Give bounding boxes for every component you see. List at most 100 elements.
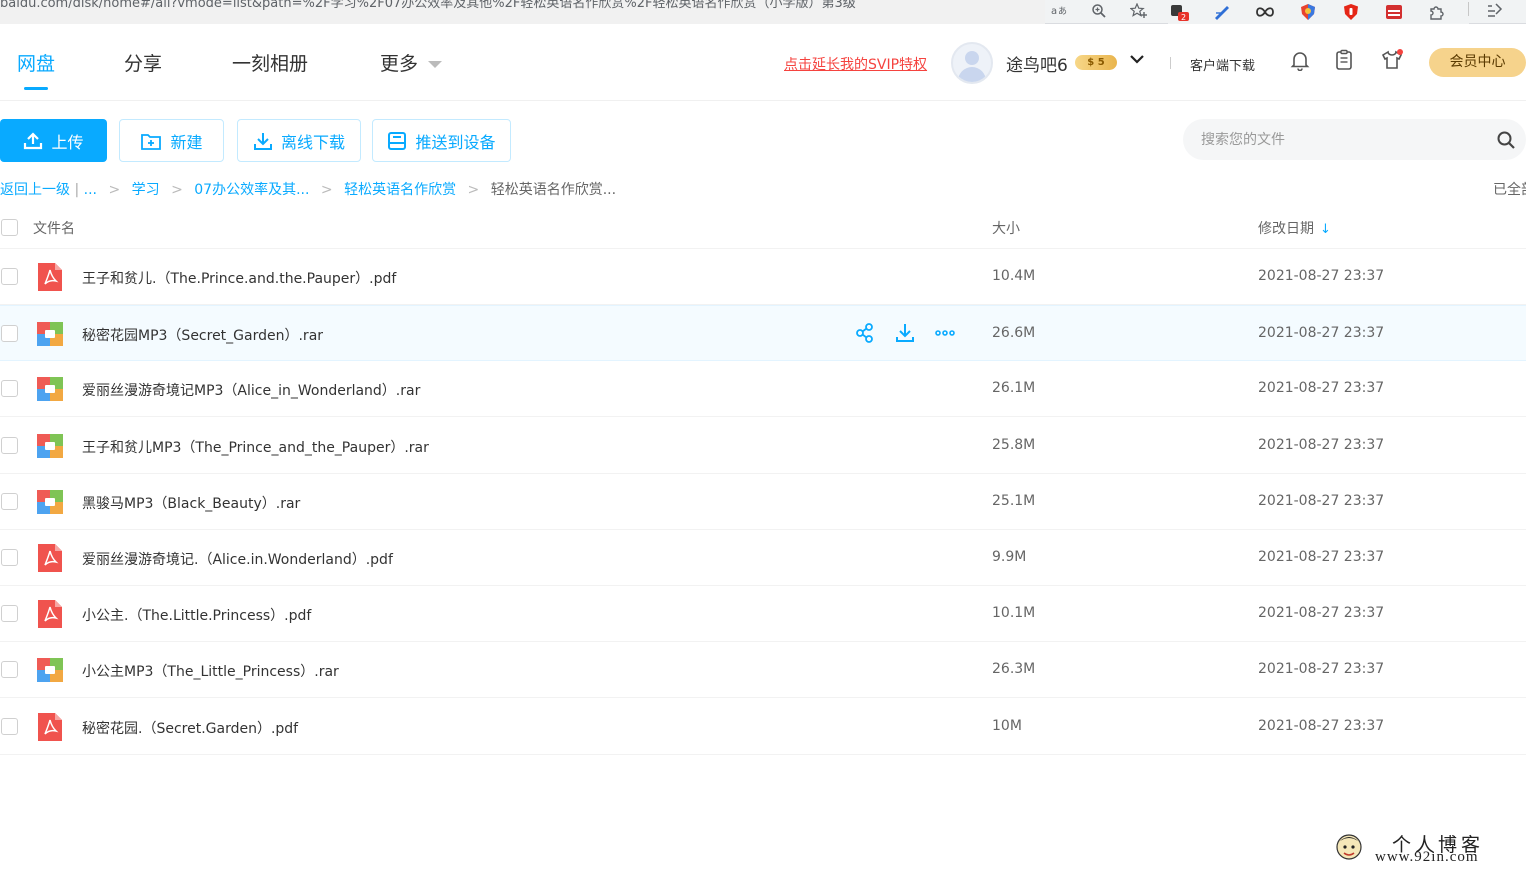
tab-share[interactable]: 分享 [124, 49, 162, 76]
breadcrumb-separator: > [171, 182, 183, 198]
file-size: 25.8M [992, 436, 1036, 453]
breadcrumb-separator: > [320, 182, 333, 198]
file-size: 9.9M [992, 549, 1027, 565]
column-header-name[interactable]: 文件名 [33, 218, 75, 238]
bookmark-star-icon[interactable] [1129, 2, 1148, 21]
breadcrumb-item-study[interactable]: 学习 [132, 182, 160, 198]
rar-archive-icon [36, 374, 64, 404]
upload-button[interactable]: 上传 [0, 119, 107, 162]
breadcrumb-item-english[interactable]: 轻松英语名作欣赏 [344, 182, 456, 198]
breadcrumb-item-office[interactable]: 07办公效率及其... [194, 182, 309, 198]
sort-down-icon: ↓ [1320, 222, 1331, 237]
calendar-extension-icon[interactable] [1383, 3, 1405, 21]
pdf-file-icon [36, 543, 64, 573]
file-size: 26.1M [992, 380, 1036, 397]
new-button[interactable]: 新建 [119, 119, 224, 162]
extension-badge-icon[interactable]: 2 [1168, 3, 1190, 21]
shield-extension-icon[interactable] [1297, 3, 1319, 21]
column-header-date[interactable]: 修改日期 ↓ [1258, 218, 1331, 238]
row-checkbox[interactable] [1, 549, 18, 566]
table-row[interactable]: 爱丽丝漫游奇境记MP3（Alice_in_Wonderland）.rar 26.1… [0, 361, 1526, 418]
push-to-device-label: 推送到设备 [415, 132, 496, 152]
file-modified-date: 2021-08-27 23:37 [1258, 549, 1385, 565]
table-row[interactable]: 小公主MP3（The_Little_Princess）.rar 26.3M 2021… [0, 642, 1526, 699]
puzzle-extensions-icon[interactable] [1426, 3, 1448, 21]
tab-more[interactable]: 更多 [380, 49, 443, 76]
row-checkbox[interactable] [1, 380, 18, 398]
more-options-icon[interactable] [934, 322, 956, 344]
file-size: 26.6M [992, 325, 1036, 342]
username[interactable]: 途鸟吧6 [1006, 51, 1068, 76]
file-name[interactable]: 爱丽丝漫游奇境记.（Alice.in.Wonderland）.pdf [82, 549, 393, 569]
row-checkbox[interactable] [1, 661, 18, 679]
select-all-checkbox[interactable] [1, 219, 18, 236]
download-icon[interactable] [894, 322, 916, 344]
row-checkbox[interactable] [1, 717, 18, 735]
client-download-link[interactable]: 客户端下载 [1190, 55, 1255, 74]
tab-album[interactable]: 一刻相册 [232, 49, 308, 76]
adblock-extension-icon[interactable] [1340, 3, 1362, 21]
breadcrumb-separator: > [108, 182, 121, 198]
offline-download-button[interactable]: 离线下载 [237, 119, 361, 162]
clipboard-icon[interactable] [1333, 49, 1355, 71]
breadcrumb-current: 轻松英语名作欣赏... [490, 182, 617, 198]
address-bar-url[interactable]: baidu.com/disk/home#/all?vmode=list&path… [0, 0, 1045, 24]
file-name[interactable]: 秘密花园MP3（Secret_Garden）.rar [82, 325, 323, 345]
svip-extend-link[interactable]: 点击延长我的SVIP特权 [784, 54, 927, 74]
rar-archive-icon [36, 655, 64, 685]
translate-icon[interactable]: aあ [1050, 3, 1068, 21]
tab-netdisk[interactable]: 网盘 [17, 49, 55, 76]
share-icon[interactable] [854, 322, 876, 344]
new-label: 新建 [170, 132, 203, 152]
push-to-device-button[interactable]: 推送到设备 [372, 119, 511, 162]
row-checkbox[interactable] [1, 492, 18, 510]
breadcrumb: 返回上一级 | ... > 学习 > 07办公效率及其... > 轻松英语名作欣… [0, 179, 616, 199]
member-center-button[interactable]: 会员中心 [1429, 48, 1526, 77]
row-checkbox[interactable] [1, 436, 18, 454]
new-folder-icon [141, 133, 162, 150]
file-modified-date: 2021-08-27 23:37 [1258, 492, 1385, 509]
user-menu-chevron-icon[interactable] [1129, 52, 1145, 68]
breadcrumb-back-link[interactable]: 返回上一级 [0, 182, 70, 198]
row-checkbox[interactable] [1, 268, 18, 285]
file-name[interactable]: 小公主MP3（The_Little_Princess）.rar [82, 661, 339, 681]
file-modified-date: 2021-08-27 23:37 [1258, 717, 1385, 734]
table-row[interactable]: 爱丽丝漫游奇境记.（Alice.in.Wonderland）.pdf 9.9M 20… [0, 530, 1526, 586]
table-row[interactable]: 王子和贫儿MP3（The_Prince_and_the_Pauper）.rar 2… [0, 418, 1526, 474]
tshirt-skin-icon[interactable] [1380, 49, 1403, 71]
top-navigation: 网盘 分享 一刻相册 更多 点击延长我的SVIP特权 途鸟吧6 $ 5 客户端下… [0, 25, 1526, 101]
pdf-file-icon [36, 599, 64, 629]
file-modified-date: 2021-08-27 23:37 [1258, 268, 1385, 284]
search-input[interactable] [1201, 129, 1481, 149]
active-tab-indicator [24, 87, 48, 90]
infinity-extension-icon[interactable] [1254, 3, 1276, 21]
file-size: 10M [992, 717, 1022, 734]
table-row[interactable]: 秘密花园MP3（Secret_Garden）.rar 26.6M 2021-08-2… [0, 305, 1526, 362]
tab-more-label: 更多 [380, 53, 419, 75]
search-icon[interactable] [1496, 130, 1516, 154]
search-box [1183, 119, 1526, 160]
row-checkbox[interactable] [1, 325, 18, 343]
file-name[interactable]: 爱丽丝漫游奇境记MP3（Alice_in_Wonderland）.rar [82, 380, 420, 400]
file-name[interactable]: 秘密花园.（Secret.Garden）.pdf [82, 718, 298, 738]
breadcrumb-divider: | [74, 182, 80, 198]
pen-extension-icon[interactable] [1211, 3, 1233, 21]
bell-icon[interactable] [1289, 49, 1311, 72]
pdf-file-icon [36, 712, 64, 742]
file-modified-date: 2021-08-27 23:37 [1258, 436, 1385, 453]
breadcrumb-ellipsis[interactable]: ... [84, 182, 97, 198]
reading-list-icon[interactable] [1486, 3, 1504, 23]
file-name[interactable]: 小公主.（The.Little.Princess）.pdf [82, 605, 311, 625]
table-row[interactable]: 黑骏马MP3（Black_Beauty）.rar 25.1M 2021-08-27 … [0, 474, 1526, 530]
zoom-icon[interactable] [1090, 3, 1108, 21]
vip-level-badge: $ 5 [1075, 55, 1117, 70]
file-name[interactable]: 王子和贫儿MP3（The_Prince_and_the_Pauper）.rar [82, 437, 429, 457]
column-header-size[interactable]: 大小 [992, 218, 1020, 238]
avatar[interactable] [951, 42, 993, 84]
file-name[interactable]: 黑骏马MP3（Black_Beauty）.rar [82, 493, 300, 513]
table-row[interactable]: 王子和贫儿.（The.Prince.and.the.Pauper）.pdf 10.… [0, 249, 1526, 305]
row-checkbox[interactable] [1, 605, 18, 623]
table-row[interactable]: 秘密花园.（Secret.Garden）.pdf 10M 2021-08-27 23… [0, 699, 1526, 755]
table-row[interactable]: 小公主.（The.Little.Princess）.pdf 10.1M 2021-0… [0, 586, 1526, 643]
file-name[interactable]: 王子和贫儿.（The.Prince.and.the.Pauper）.pdf [82, 268, 396, 288]
